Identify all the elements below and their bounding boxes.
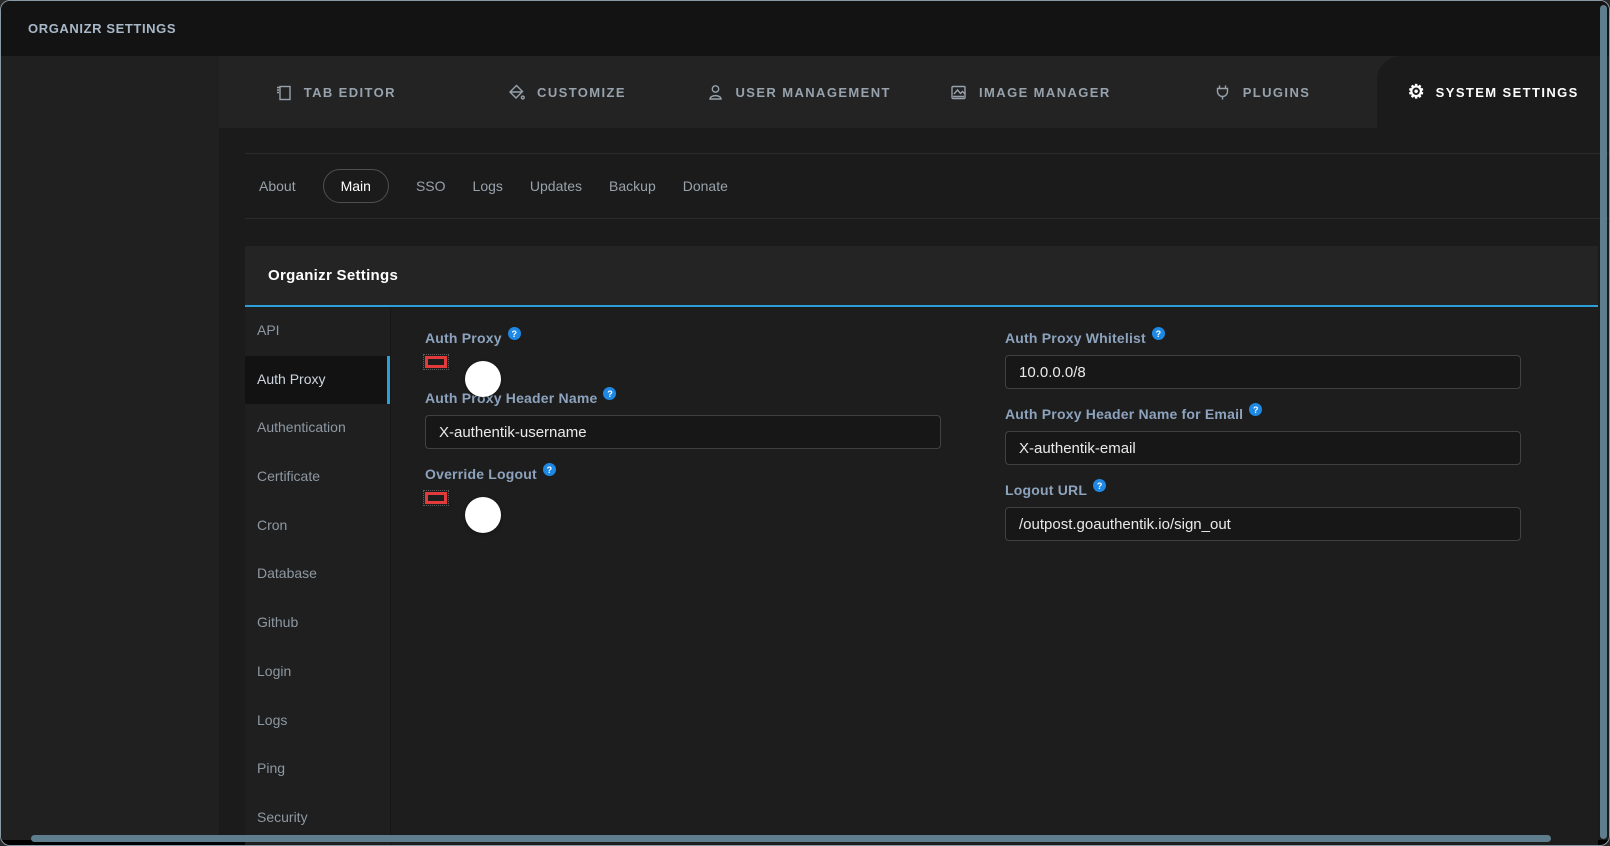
help-icon[interactable]: ? — [1249, 403, 1262, 416]
subtab-sso[interactable]: SSO — [416, 170, 446, 202]
tab-label: USER MANAGEMENT — [736, 85, 891, 100]
card-header: Organizr Settings — [245, 246, 1598, 307]
tab-label: PLUGINS — [1243, 85, 1311, 100]
subtab-backup[interactable]: Backup — [609, 170, 656, 202]
image-icon — [949, 83, 968, 102]
tab-image-manager[interactable]: IMAGE MANAGER — [914, 56, 1146, 128]
settings-section-nav: API Auth Proxy Authentication Certificat… — [245, 307, 391, 845]
nav-item-api[interactable]: API — [245, 307, 390, 356]
auth-proxy-whitelist-group: Auth Proxy Whitelist ? — [1005, 330, 1521, 389]
nav-item-authentication[interactable]: Authentication — [245, 404, 390, 453]
auth-proxy-whitelist-input[interactable] — [1005, 355, 1521, 389]
organizr-settings-card: Organizr Settings API Auth Proxy Authent… — [245, 246, 1598, 845]
nav-item-cron[interactable]: Cron — [245, 502, 390, 551]
subtab-updates[interactable]: Updates — [530, 170, 582, 202]
tab-label: SYSTEM SETTINGS — [1436, 85, 1579, 100]
toggle-knob — [465, 361, 501, 397]
auth-proxy-toggle-group: Auth Proxy ? — [425, 330, 941, 373]
auth-proxy-header-name-group: Auth Proxy Header Name ? — [425, 390, 941, 449]
tab-label: TAB EDITOR — [304, 85, 396, 100]
auth-proxy-whitelist-label: Auth Proxy Whitelist — [1005, 330, 1146, 346]
vertical-scrollbar[interactable] — [1600, 5, 1607, 839]
tab-system-settings[interactable]: ⚙ SYSTEM SETTINGS — [1377, 56, 1609, 128]
tab-tab-editor[interactable]: TAB EDITOR — [219, 56, 451, 128]
tab-user-management[interactable]: USER MANAGEMENT — [682, 56, 914, 128]
auth-proxy-label: Auth Proxy — [425, 330, 502, 346]
override-logout-toggle-group: Override Logout ? — [425, 466, 941, 509]
paint-bucket-icon — [507, 83, 526, 102]
card-title: Organizr Settings — [268, 267, 398, 284]
help-icon[interactable]: ? — [1093, 479, 1106, 492]
help-icon[interactable]: ? — [508, 327, 521, 340]
nav-item-auth-proxy[interactable]: Auth Proxy — [245, 356, 390, 405]
horizontal-scrollbar[interactable] — [31, 835, 1551, 842]
settings-tab-bar: TAB EDITOR CUSTOMIZE USER MANAGEMEN — [219, 56, 1609, 128]
organizr-settings-window: ORGANIZR SETTINGS TAB EDITOR — [0, 0, 1610, 846]
subtab-main[interactable]: Main — [323, 169, 389, 203]
user-icon — [706, 83, 725, 102]
plug-icon — [1213, 83, 1232, 102]
subtab-logs[interactable]: Logs — [473, 170, 503, 202]
auth-proxy-email-header-input[interactable] — [1005, 431, 1521, 465]
logout-url-input[interactable] — [1005, 507, 1521, 541]
subtab-donate[interactable]: Donate — [683, 170, 728, 202]
nav-item-certificate[interactable]: Certificate — [245, 453, 390, 502]
auth-proxy-email-header-label: Auth Proxy Header Name for Email — [1005, 406, 1243, 422]
help-icon[interactable]: ? — [543, 463, 556, 476]
red-highlight-box — [425, 356, 447, 368]
tab-label: IMAGE MANAGER — [979, 85, 1111, 100]
override-logout-label: Override Logout — [425, 466, 537, 482]
left-spacer-column — [1, 56, 219, 840]
auth-proxy-header-name-input[interactable] — [425, 415, 941, 449]
page-title: ORGANIZR SETTINGS — [28, 21, 176, 36]
subtab-about[interactable]: About — [259, 170, 296, 202]
auth-proxy-settings-panel: Auth Proxy ? — [391, 307, 1598, 845]
help-icon[interactable]: ? — [603, 387, 616, 400]
tab-customize[interactable]: CUSTOMIZE — [451, 56, 683, 128]
toggle-knob — [465, 497, 501, 533]
nav-item-login[interactable]: Login — [245, 648, 390, 697]
nav-item-github[interactable]: Github — [245, 599, 390, 648]
nav-item-logs[interactable]: Logs — [245, 697, 390, 746]
tab-editor-icon — [274, 83, 293, 102]
logout-url-label: Logout URL — [1005, 482, 1087, 498]
auth-proxy-email-header-group: Auth Proxy Header Name for Email ? — [1005, 406, 1521, 465]
nav-item-ping[interactable]: Ping — [245, 745, 390, 794]
help-icon[interactable]: ? — [1152, 327, 1165, 340]
red-highlight-box — [425, 492, 447, 504]
auth-proxy-header-name-label: Auth Proxy Header Name — [425, 390, 597, 406]
logout-url-group: Logout URL ? — [1005, 482, 1521, 541]
top-header-bar: ORGANIZR SETTINGS — [1, 1, 1609, 56]
gear-icon: ⚙ — [1408, 83, 1425, 102]
tab-label: CUSTOMIZE — [537, 85, 626, 100]
system-settings-subtab-bar: About Main SSO Logs Updates Backup Donat… — [245, 153, 1609, 219]
nav-item-database[interactable]: Database — [245, 550, 390, 599]
tab-plugins[interactable]: PLUGINS — [1146, 56, 1378, 128]
